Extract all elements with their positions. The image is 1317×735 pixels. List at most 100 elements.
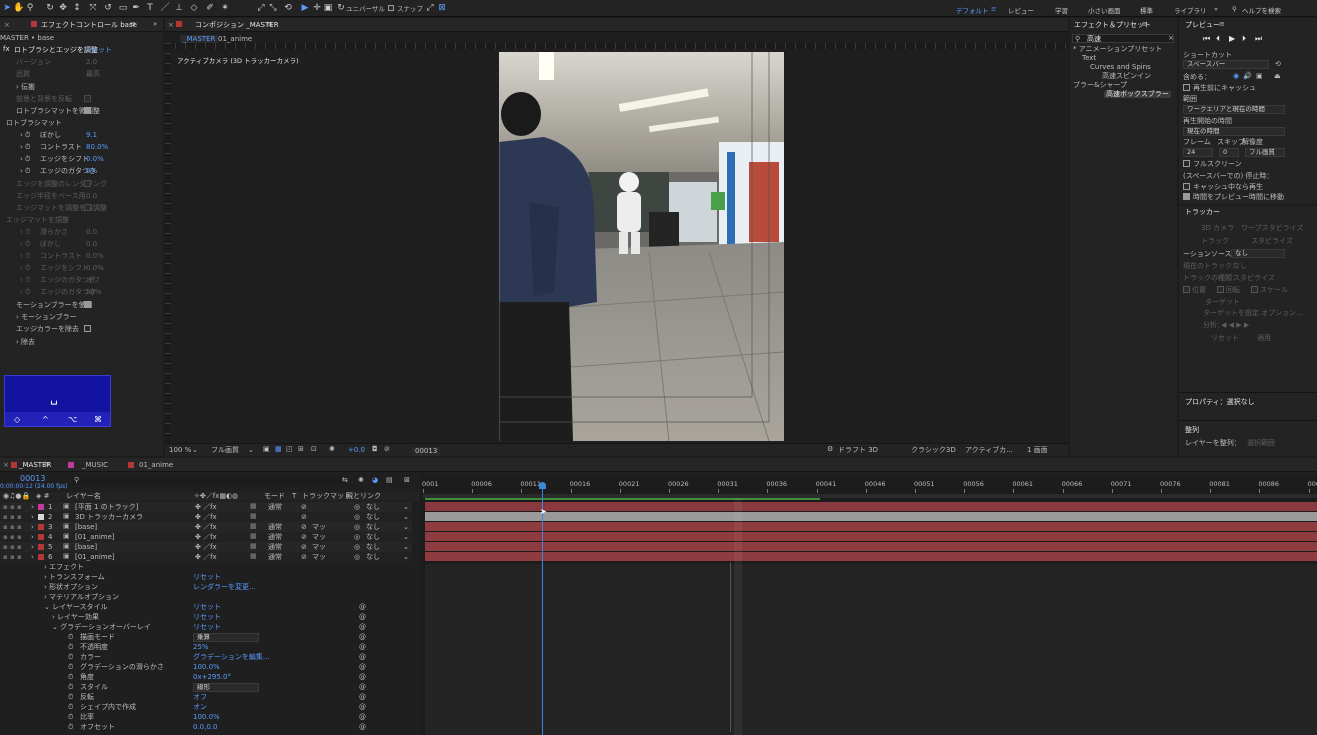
effect-property-value[interactable]: 0% (86, 168, 97, 175)
property-row[interactable]: ⌄ グラデーションオーバーレイ リセット @ (0, 622, 412, 632)
adjustment-icon[interactable]: ▦ (250, 553, 257, 560)
orbit-tool-icon[interactable]: ↻ (45, 3, 55, 13)
effect-property-value[interactable]: オフ (86, 277, 100, 284)
layer-switches-icon[interactable]: ✤ ／fx (195, 514, 217, 521)
expression-pickwhip-icon[interactable]: @ (359, 694, 366, 701)
stopwatch-icon[interactable]: › ⏱ (20, 241, 31, 248)
hand-tool-icon[interactable]: ✋ (13, 3, 24, 13)
zoom-dropdown-icon[interactable]: ⌄ (192, 447, 198, 454)
property-row[interactable]: › エフェクト (0, 562, 412, 572)
layer-row[interactable]: ▪ ▪ ▪ › 2 ▣ 3D トラッカーカメラ ✤ ／fx ▦ ⊘ ◎ なし ⌄ (0, 512, 412, 522)
snapshot-icon[interactable]: ◘ (372, 446, 378, 453)
property-value[interactable]: リセット (193, 604, 221, 611)
show-snapshot-icon[interactable]: ⊘ (384, 446, 390, 453)
warp-stabilizer-button[interactable]: ワープスタビライズ (1241, 225, 1303, 232)
effect-property-value[interactable]: 0.0 (86, 229, 97, 236)
effect-property-value[interactable]: 2.0 (86, 59, 97, 66)
property-value[interactable]: リセット (193, 614, 221, 621)
effect-property-value[interactable]: 0.0% (86, 265, 104, 272)
expression-pickwhip-icon[interactable]: @ (359, 644, 366, 651)
external-video-icon[interactable]: ⏏ (1274, 73, 1281, 80)
stopwatch-icon[interactable]: › ⏱ (20, 265, 31, 272)
layer-switches-icon[interactable]: ✤ ／fx (195, 554, 217, 561)
overlay-toggle-icon[interactable]: ▣ (1256, 73, 1263, 80)
adjustment-icon[interactable]: ▦ (250, 543, 257, 550)
blend-mode[interactable]: 通常 (268, 554, 282, 561)
property-value[interactable]: リセット (193, 624, 221, 631)
track-button[interactable]: トラック (1201, 238, 1229, 245)
scale-checkbox[interactable] (1251, 286, 1258, 293)
resolution-dropdown[interactable]: フル画質 (211, 447, 239, 454)
current-track-value[interactable]: なし (1233, 263, 1247, 270)
track-matte-value[interactable]: マッ (312, 554, 326, 561)
last-frame-icon[interactable]: ⏭ (1255, 35, 1262, 43)
tree-fast-spin-in[interactable]: 高速スピンイン (1102, 73, 1151, 80)
stopwatch-icon[interactable]: ⏱ (68, 724, 73, 731)
layer-row[interactable]: ▪ ▪ ▪ › 6 ▣ [01_anime] ✤ ／fx ▦ 通常 ⊘ マッ ◎ なし ⌄ (0, 552, 412, 562)
stopwatch-icon[interactable]: › ⏱ (20, 156, 31, 163)
text-tool-icon[interactable]: T (145, 3, 155, 13)
effect-property-value[interactable]: 50% (86, 289, 102, 296)
next-frame-icon[interactable]: ⏵ (1242, 35, 1246, 43)
stopwatch-icon[interactable]: › ⏱ (20, 253, 31, 260)
pan-tool-icon[interactable]: ✥ (58, 3, 68, 13)
property-value[interactable]: グラデーションを編集... (193, 654, 270, 661)
workspace-standard[interactable]: 標準 (1140, 5, 1153, 15)
region-of-interest-icon[interactable]: ▣ (263, 446, 270, 453)
tree-blur-sharpen[interactable]: ブラー&シャープ (1073, 82, 1127, 89)
property-row[interactable]: ⏱ シェイプ内で作成 オン @ (0, 702, 412, 712)
stopwatch-icon[interactable]: › ⏱ (20, 229, 31, 236)
exposure-value[interactable]: +0.0 (348, 447, 365, 454)
fx-reset[interactable]: リセット (84, 47, 112, 54)
effect-property-value[interactable]: 最高 (86, 71, 100, 78)
frame-rate-dropdown[interactable]: 24 (1183, 148, 1213, 157)
track-matte-value[interactable]: マッ (312, 534, 326, 541)
cache-play-checkbox[interactable] (1183, 183, 1190, 190)
adjustment-icon[interactable]: ▦ (250, 513, 257, 520)
current-time-field[interactable]: 00013 (412, 447, 441, 456)
layer-name[interactable]: [01_anime] (75, 534, 115, 541)
panel-menu-icon[interactable]: ≡ (1219, 21, 1225, 28)
expression-pickwhip-icon[interactable]: @ (359, 714, 366, 721)
stopwatch-icon[interactable]: ⏱ (68, 634, 73, 641)
snap-option-icon[interactable]: ⤢ (425, 3, 435, 13)
adjustment-icon[interactable]: ▦ (250, 503, 257, 510)
track-matte-icon[interactable]: ⊘ (301, 534, 307, 541)
effect-checkbox[interactable] (84, 204, 91, 211)
shortcut-dropdown[interactable]: スペースバー (1183, 60, 1269, 69)
layer-duration-bar[interactable] (425, 532, 1317, 541)
layer-name[interactable]: 3D トラッカーカメラ (75, 514, 143, 521)
expand-icon[interactable]: › (31, 514, 34, 521)
expression-pickwhip-icon[interactable]: @ (359, 634, 366, 641)
property-row[interactable]: ⏱ 描画モード 乗算 @ (0, 632, 412, 642)
mode-header[interactable]: モード (264, 493, 285, 500)
previous-frame-icon[interactable]: ⏴ (1216, 35, 1220, 43)
draft-3d-toggle-icon[interactable]: ✺ (358, 477, 364, 484)
label-color-swatch[interactable] (38, 534, 44, 540)
property-row[interactable]: ⏱ オフセット 0.0,0.0 @ (0, 722, 412, 732)
parent-value[interactable]: なし (366, 524, 380, 531)
crosshair-icon[interactable]: ✛ (312, 3, 322, 13)
audio-toggle-icon[interactable]: 🔊 (1243, 73, 1252, 80)
workspace-libraries[interactable]: ライブラリ (1174, 5, 1207, 15)
effect-property-value[interactable]: 9.1 (86, 132, 97, 139)
rectangle-tool-icon[interactable]: ▭ (118, 3, 128, 13)
track-matte-value[interactable]: マッ (312, 524, 326, 531)
parent-dropdown-icon[interactable]: ⌄ (403, 514, 409, 521)
track-matte-icon[interactable]: ⊘ (301, 504, 307, 511)
preview-title[interactable]: プレビュー (1185, 22, 1220, 29)
world-axis-icon[interactable]: ⤡ (268, 3, 278, 13)
current-time-display[interactable]: 00013 (20, 475, 45, 483)
property-row[interactable]: ⏱ 不透明度 25% @ (0, 642, 412, 652)
effect-property-value[interactable]: 0.0 (86, 193, 97, 200)
layer-duration-bar[interactable] (425, 542, 1317, 551)
stopwatch-icon[interactable]: ⏱ (68, 704, 73, 711)
stopwatch-icon[interactable]: › ⏱ (20, 289, 31, 296)
mask-visibility-icon[interactable]: ◰ (286, 446, 293, 453)
snap-checkbox[interactable] (388, 5, 394, 11)
layer-switches-icon[interactable]: ✤ ／fx (195, 544, 217, 551)
property-value[interactable]: 25% (193, 644, 209, 651)
parent-pickwhip-icon[interactable]: ◎ (354, 554, 360, 561)
expression-pickwhip-icon[interactable]: @ (359, 724, 366, 731)
visibility-icon[interactable]: ▪ ▪ ▪ (3, 534, 22, 541)
